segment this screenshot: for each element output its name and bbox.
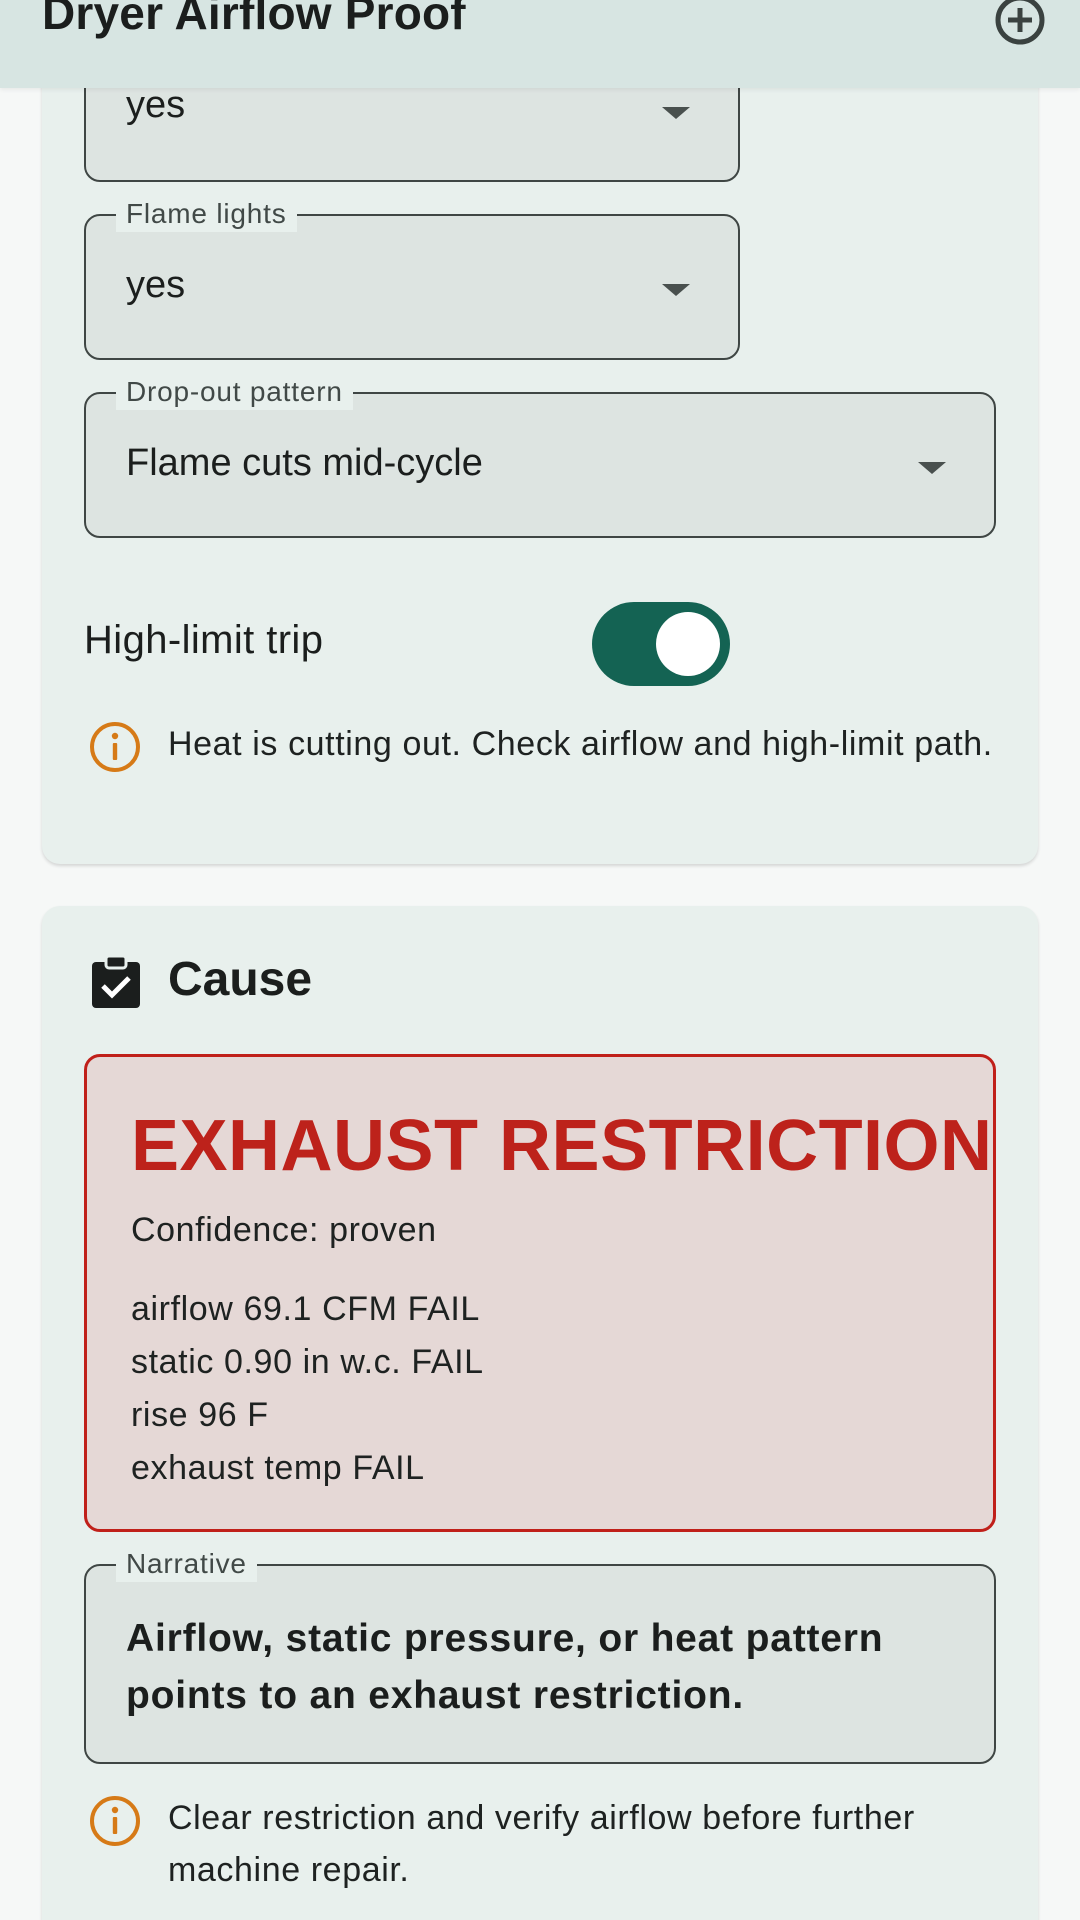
dropdown-arrow-icon bbox=[662, 107, 690, 119]
field-label: Drop-out pattern bbox=[116, 374, 353, 410]
info-icon bbox=[90, 1796, 140, 1846]
select-value: yes bbox=[126, 84, 186, 126]
page-title: Dryer Airflow Proof bbox=[42, 0, 466, 39]
dropdown-arrow-icon bbox=[662, 284, 690, 296]
select-value: Flame cuts mid-cycle bbox=[126, 442, 483, 484]
diagnosis-result-box: EXHAUST RESTRICTION Confidence: proven a… bbox=[84, 1054, 996, 1532]
measurement-line: airflow 69.1 CFM FAIL bbox=[131, 1290, 480, 1328]
symptoms-info-text: Heat is cutting out. Check airflow and h… bbox=[168, 725, 993, 763]
measurement-line: static 0.90 in w.c. FAIL bbox=[131, 1343, 484, 1381]
add-circle-icon[interactable] bbox=[994, 0, 1046, 46]
clipboard-check-icon bbox=[92, 954, 140, 1008]
measurement-line: rise 96 F bbox=[131, 1396, 269, 1434]
dropdown-arrow-icon bbox=[918, 462, 946, 474]
measurement-line: exhaust temp FAIL bbox=[131, 1449, 425, 1487]
narrative-text: Airflow, static pressure, or heat patter… bbox=[126, 1617, 884, 1717]
cause-info-text: Clear restriction and verify airflow bef… bbox=[168, 1799, 915, 1889]
switch-knob bbox=[656, 612, 720, 676]
field-label: Narrative bbox=[116, 1546, 257, 1582]
info-icon bbox=[90, 722, 140, 772]
cause-heading: Cause bbox=[168, 953, 313, 1006]
field-label: Flame lights bbox=[116, 196, 297, 232]
high-limit-trip-label: High-limit trip bbox=[84, 618, 324, 662]
flame-lights-select[interactable]: Flame lights yes bbox=[84, 196, 740, 360]
measurement-list: airflow 69.1 CFM FAIL static 0.90 in w.c… bbox=[131, 1283, 484, 1495]
app-bar: Dryer Airflow Proof bbox=[0, 0, 1080, 88]
drop-out-pattern-select[interactable]: Drop-out pattern Flame cuts mid-cycle bbox=[84, 374, 996, 538]
narrative-field[interactable]: Narrative Airflow, static pressure, or h… bbox=[84, 1546, 996, 1764]
diagnosis-title: EXHAUST RESTRICTION bbox=[131, 1106, 993, 1186]
select-value: yes bbox=[126, 264, 186, 306]
high-limit-trip-switch[interactable] bbox=[592, 602, 730, 686]
confidence-text: Confidence: proven bbox=[131, 1211, 437, 1249]
